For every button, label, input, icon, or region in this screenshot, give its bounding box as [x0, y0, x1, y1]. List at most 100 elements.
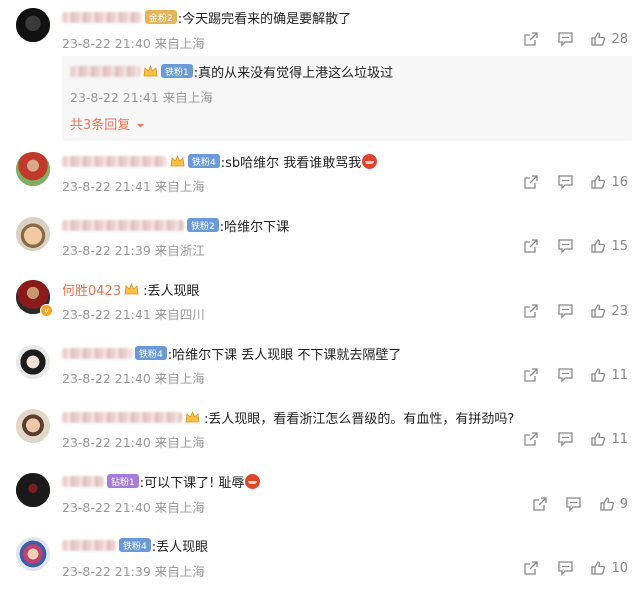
- fan-badge: 铁粉4: [135, 346, 167, 360]
- avatar[interactable]: [16, 473, 50, 507]
- comment-icon[interactable]: [548, 431, 582, 447]
- thumbs-up-icon: [600, 497, 614, 511]
- like-button[interactable]: 15: [590, 238, 628, 254]
- like-count: 16: [611, 174, 628, 190]
- fan-badge: 铁粉1: [161, 64, 193, 78]
- angry-emoji-icon: [362, 153, 378, 169]
- comment-icon[interactable]: [548, 560, 582, 576]
- thumbs-up-icon: [591, 368, 606, 382]
- comment-text: :哈维尔下课: [219, 219, 290, 235]
- username-blurred[interactable]: [70, 65, 140, 77]
- comment-location: 来自上海: [154, 564, 205, 579]
- reply-time: 23-8-22 21:41: [70, 90, 159, 105]
- comment-icon[interactable]: [548, 238, 582, 254]
- username-blurred[interactable]: [62, 11, 142, 23]
- more-replies-label: 共3条回复: [70, 118, 131, 133]
- comment-time: 23-8-22 21:41: [62, 307, 151, 322]
- reply-location: 来自上海: [162, 90, 213, 105]
- comment-icon[interactable]: [548, 303, 582, 319]
- chevron-down-icon: [137, 124, 145, 128]
- like-count: 15: [611, 238, 628, 254]
- share-icon[interactable]: [514, 303, 548, 319]
- comment-text: :可以下课了! 耻辱: [139, 475, 245, 491]
- like-count: 28: [611, 31, 628, 47]
- comment-time: 23-8-22 21:41: [62, 179, 151, 194]
- comment-icon[interactable]: [548, 174, 582, 190]
- share-icon[interactable]: [514, 431, 548, 447]
- comment-time: 23-8-22 21:39: [62, 564, 151, 579]
- verified-badge-icon: v: [40, 304, 53, 317]
- thumbs-up-icon: [591, 561, 606, 575]
- comment-text: :哈维尔下课 丢人现眼 不下课就去隔壁了: [167, 347, 402, 363]
- comment-location: 来自上海: [154, 179, 205, 194]
- comment-time: 23-8-22 21:39: [62, 243, 151, 258]
- like-button[interactable]: 23: [590, 303, 628, 319]
- username[interactable]: 何胜0423: [62, 280, 121, 299]
- fan-badge: 铁粉4: [119, 538, 151, 552]
- share-icon[interactable]: [514, 238, 548, 254]
- angry-emoji-icon: [245, 473, 261, 489]
- thumbs-up-icon: [591, 175, 606, 189]
- comment-icon[interactable]: [557, 496, 591, 512]
- share-icon[interactable]: [514, 560, 548, 576]
- avatar[interactable]: [16, 537, 50, 571]
- like-count: 23: [611, 303, 628, 319]
- comment-time: 23-8-22 21:40: [62, 36, 151, 51]
- username-blurred[interactable]: [62, 347, 132, 359]
- like-count: 10: [611, 560, 628, 576]
- thumbs-up-icon: [591, 239, 606, 253]
- comment-text: :丢人现眼: [143, 283, 200, 299]
- reply-box: 铁粉1 :真的从来没有觉得上港这么垃圾过 23-8-22 21:41 来自上海 …: [62, 56, 632, 141]
- thumbs-up-icon: [591, 432, 606, 446]
- reply-text: :真的从来没有觉得上港这么垃圾过: [193, 65, 394, 81]
- comment-time: 23-8-22 21:40: [62, 500, 151, 515]
- crown-icon: [143, 64, 158, 78]
- share-icon[interactable]: [514, 31, 548, 47]
- comment-text: :今天踢完看来的确是要解散了: [177, 11, 352, 27]
- username-blurred[interactable]: [62, 155, 167, 167]
- like-button[interactable]: 16: [590, 174, 628, 190]
- comment-text: :丢人现眼: [151, 539, 209, 555]
- thumbs-up-icon: [591, 32, 606, 46]
- avatar[interactable]: [16, 345, 50, 379]
- username-blurred[interactable]: [62, 411, 182, 423]
- more-replies-link[interactable]: 共3条回复: [70, 114, 145, 133]
- comment-location: 来自上海: [154, 371, 205, 386]
- avatar[interactable]: [16, 217, 50, 251]
- comment-location: 来自上海: [154, 500, 205, 515]
- comment-icon[interactable]: [548, 367, 582, 383]
- avatar[interactable]: [16, 409, 50, 443]
- share-icon[interactable]: [514, 367, 548, 383]
- comment-text: :sb哈维尔 我看谁敢骂我: [220, 155, 362, 171]
- username-blurred[interactable]: [62, 219, 184, 231]
- crown-icon: [185, 410, 200, 424]
- avatar[interactable]: [16, 152, 50, 186]
- like-button[interactable]: 10: [590, 560, 628, 576]
- comment-location: 来自上海: [154, 435, 205, 450]
- like-button[interactable]: 28: [590, 31, 628, 47]
- fan-badge: 钻粉1: [107, 474, 139, 488]
- comment-location: 来自四川: [154, 307, 205, 322]
- comment-time: 23-8-22 21:40: [62, 435, 151, 450]
- avatar[interactable]: [16, 8, 50, 42]
- comment-location: 来自上海: [154, 36, 205, 51]
- fan-badge: 铁粉2: [187, 218, 219, 232]
- crown-icon: [170, 154, 185, 168]
- comment-text: :丢人现眼，看看浙江怎么晋级的。有血性，有拼劲吗?: [204, 411, 515, 427]
- like-button[interactable]: 11: [590, 431, 628, 447]
- username-blurred[interactable]: [62, 539, 116, 551]
- fan-badge: 铁粉4: [188, 154, 220, 168]
- like-button[interactable]: 11: [590, 367, 628, 383]
- share-icon[interactable]: [523, 496, 557, 512]
- comment-icon[interactable]: [548, 31, 582, 47]
- share-icon[interactable]: [514, 174, 548, 190]
- like-count: 11: [611, 431, 628, 447]
- thumbs-up-icon: [591, 304, 606, 318]
- like-button[interactable]: 9: [599, 496, 628, 512]
- like-count: 11: [611, 367, 628, 383]
- crown-icon: [124, 282, 139, 296]
- like-count: 9: [619, 496, 628, 512]
- comment-location: 来自浙江: [154, 243, 205, 258]
- username-blurred[interactable]: [62, 475, 104, 487]
- comment-time: 23-8-22 21:40: [62, 371, 151, 386]
